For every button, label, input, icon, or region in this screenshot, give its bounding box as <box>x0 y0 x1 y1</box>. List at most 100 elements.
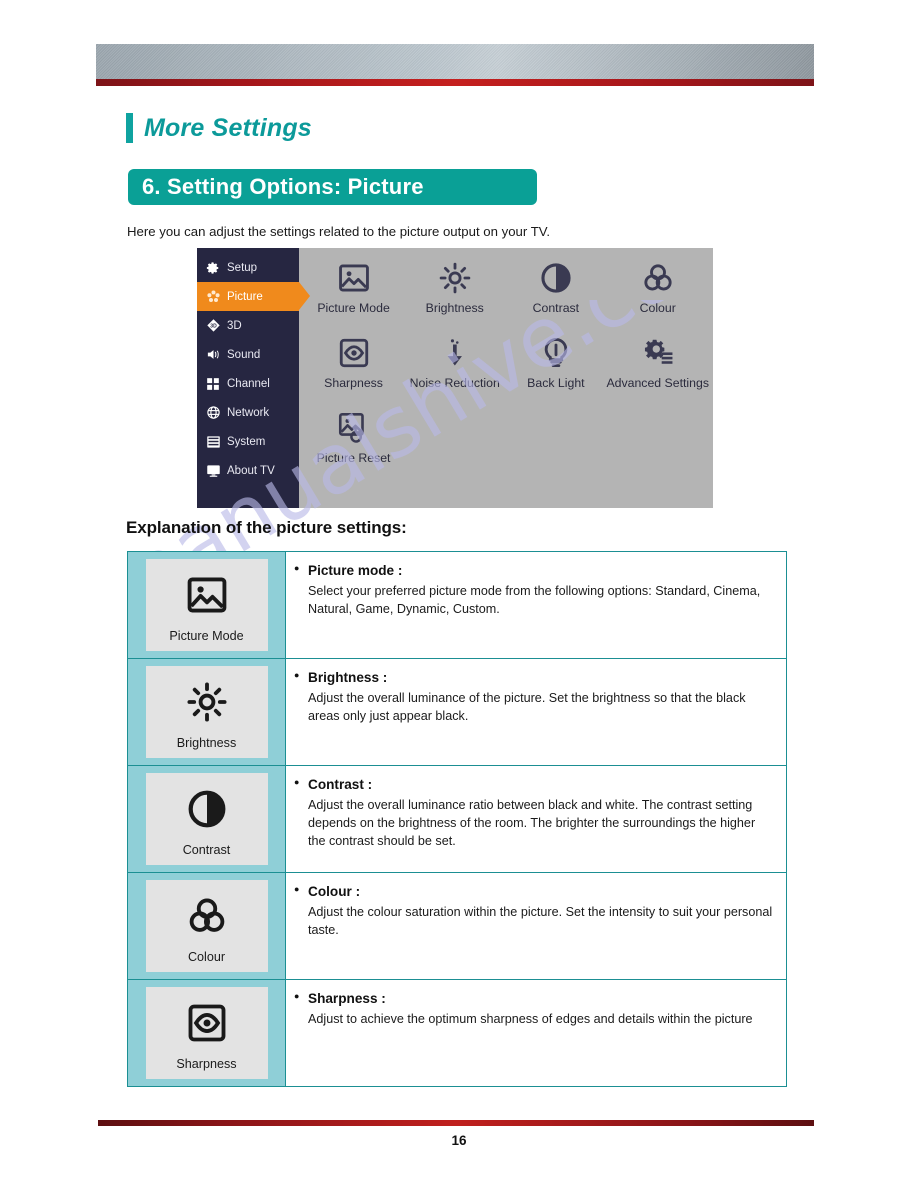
table-cell-icon: Contrast <box>128 766 286 872</box>
setting-title: Contrast : <box>294 777 774 792</box>
icon-box-picture-mode: Picture Mode <box>145 559 268 651</box>
osd-tile-brightness[interactable]: Brightness <box>404 256 505 331</box>
image-reset-icon <box>337 406 371 450</box>
page-number: 16 <box>451 1133 467 1148</box>
image-mountain-icon <box>337 256 371 300</box>
sidebar-item-sound[interactable]: Sound <box>197 340 299 369</box>
osd-tile-label: Contrast <box>532 301 580 315</box>
sidebar-item-about-tv[interactable]: About TV <box>197 456 299 485</box>
sun-rays-icon <box>185 676 229 728</box>
table-row: Contrast Contrast : Adjust the overall l… <box>128 766 786 873</box>
sidebar-item-label: Sound <box>227 348 261 361</box>
icon-box-contrast: Contrast <box>145 773 268 865</box>
osd-tile-picture-reset[interactable]: Picture Reset <box>303 406 404 481</box>
setting-title: Sharpness : <box>294 991 774 1006</box>
sidebar-item-label: System <box>227 435 266 448</box>
setting-title: Picture mode : <box>294 563 774 578</box>
osd-tile-label: Brightness <box>425 301 484 315</box>
sidebar-item-network[interactable]: Network <box>197 398 299 427</box>
settings-table: Picture Mode Picture mode : Select your … <box>127 551 787 1087</box>
window-bars-icon <box>205 434 221 450</box>
osd-option-grid: Picture Mode Brightness Contrast Colour … <box>299 248 713 508</box>
light-bulb-icon <box>539 331 573 375</box>
osd-tile-label: Colour <box>639 301 676 315</box>
sidebar-item-label: Network <box>227 406 270 419</box>
section-heading: More Settings <box>126 113 312 143</box>
gear-lines-icon <box>641 331 675 375</box>
explanation-heading: Explanation of the picture settings: <box>126 518 407 537</box>
intro-paragraph: Here you can adjust the settings related… <box>127 224 550 239</box>
osd-tile-noise-reduction[interactable]: Noise Reduction <box>404 331 505 406</box>
icon-box-sharpness: Sharpness <box>145 987 268 1079</box>
osd-sidebar: Setup Picture 3D 3D Sound Channel Networ… <box>197 248 310 508</box>
picture-flower-icon <box>205 289 221 305</box>
icon-box-label: Contrast <box>182 843 231 857</box>
osd-tile-label: Back Light <box>527 376 585 390</box>
footer-rule <box>98 1120 814 1126</box>
table-row: Brightness Brightness : Adjust the overa… <box>128 659 786 766</box>
table-cell-icon: Brightness <box>128 659 286 765</box>
icon-box-label: Picture Mode <box>169 629 244 643</box>
osd-tile-sharpness[interactable]: Sharpness <box>303 331 404 406</box>
table-row: Picture Mode Picture mode : Select your … <box>128 552 786 659</box>
eye-in-square-icon <box>185 997 229 1049</box>
osd-tile-advanced-settings[interactable]: Advanced Settings <box>606 331 709 406</box>
down-arrow-icon <box>438 331 472 375</box>
3d-diamond-icon: 3D <box>205 318 221 334</box>
table-cell-description: Sharpness : Adjust to achieve the optimu… <box>286 980 786 1086</box>
header-red-rule <box>96 79 814 86</box>
osd-tile-label: Picture Reset <box>316 451 391 465</box>
table-row: Sharpness Sharpness : Adjust to achieve … <box>128 980 786 1087</box>
icon-box-label: Sharpness <box>176 1057 237 1071</box>
icon-box-colour: Colour <box>145 880 268 972</box>
setting-description: Adjust the overall luminance of the pict… <box>308 691 746 723</box>
setting-description: Adjust the colour saturation within the … <box>308 905 773 937</box>
table-cell-description: Picture mode : Select your preferred pic… <box>286 552 786 658</box>
speaker-icon <box>205 347 221 363</box>
table-row: Colour Colour : Adjust the colour satura… <box>128 873 786 980</box>
icon-box-label: Brightness <box>176 736 237 750</box>
table-cell-icon: Picture Mode <box>128 552 286 658</box>
setting-description: Select your preferred picture mode from … <box>308 584 761 616</box>
setting-description: Adjust the overall luminance ratio betwe… <box>308 798 756 848</box>
icon-box-label: Colour <box>187 950 226 964</box>
osd-tile-colour[interactable]: Colour <box>606 256 709 331</box>
sidebar-item-3d[interactable]: 3D 3D <box>197 311 299 340</box>
sun-rays-icon <box>438 256 472 300</box>
page-title-pill: 6. Setting Options: Picture <box>128 169 537 205</box>
sidebar-item-picture[interactable]: Picture <box>197 282 310 311</box>
setting-description: Adjust to achieve the optimum sharpness … <box>308 1012 753 1026</box>
osd-tile-picture-mode[interactable]: Picture Mode <box>303 256 404 331</box>
svg-text:3D: 3D <box>210 323 217 329</box>
table-cell-description: Colour : Adjust the colour saturation wi… <box>286 873 786 979</box>
osd-tile-back-light[interactable]: Back Light <box>505 331 606 406</box>
sidebar-item-label: Picture <box>227 290 263 303</box>
three-circles-icon <box>185 890 229 942</box>
icon-box-brightness: Brightness <box>145 666 268 758</box>
sidebar-item-label: About TV <box>227 464 275 477</box>
osd-tile-label: Picture Mode <box>317 301 390 315</box>
sidebar-item-label: Channel <box>227 377 270 390</box>
monitor-icon <box>205 463 221 479</box>
osd-tile-label: Sharpness <box>324 376 383 390</box>
half-filled-circle-icon <box>539 256 573 300</box>
gear-icon <box>205 260 221 276</box>
sidebar-item-setup[interactable]: Setup <box>197 253 299 282</box>
osd-tile-label: Noise Reduction <box>409 376 500 390</box>
grid-squares-icon <box>205 376 221 392</box>
tv-osd-screenshot: Setup Picture 3D 3D Sound Channel Networ… <box>197 248 713 508</box>
osd-tile-label: Advanced Settings <box>606 376 709 390</box>
table-cell-icon: Colour <box>128 873 286 979</box>
eye-in-square-icon <box>337 331 371 375</box>
setting-title: Brightness : <box>294 670 774 685</box>
sidebar-item-label: Setup <box>227 261 258 274</box>
section-title: More Settings <box>144 113 312 142</box>
osd-tile-contrast[interactable]: Contrast <box>505 256 606 331</box>
sidebar-item-label: 3D <box>227 319 242 332</box>
sidebar-item-channel[interactable]: Channel <box>197 369 299 398</box>
page-title: 6. Setting Options: Picture <box>142 174 424 199</box>
heading-accent-bar <box>126 113 133 143</box>
table-cell-icon: Sharpness <box>128 980 286 1086</box>
image-mountain-icon <box>185 569 229 621</box>
sidebar-item-system[interactable]: System <box>197 427 299 456</box>
